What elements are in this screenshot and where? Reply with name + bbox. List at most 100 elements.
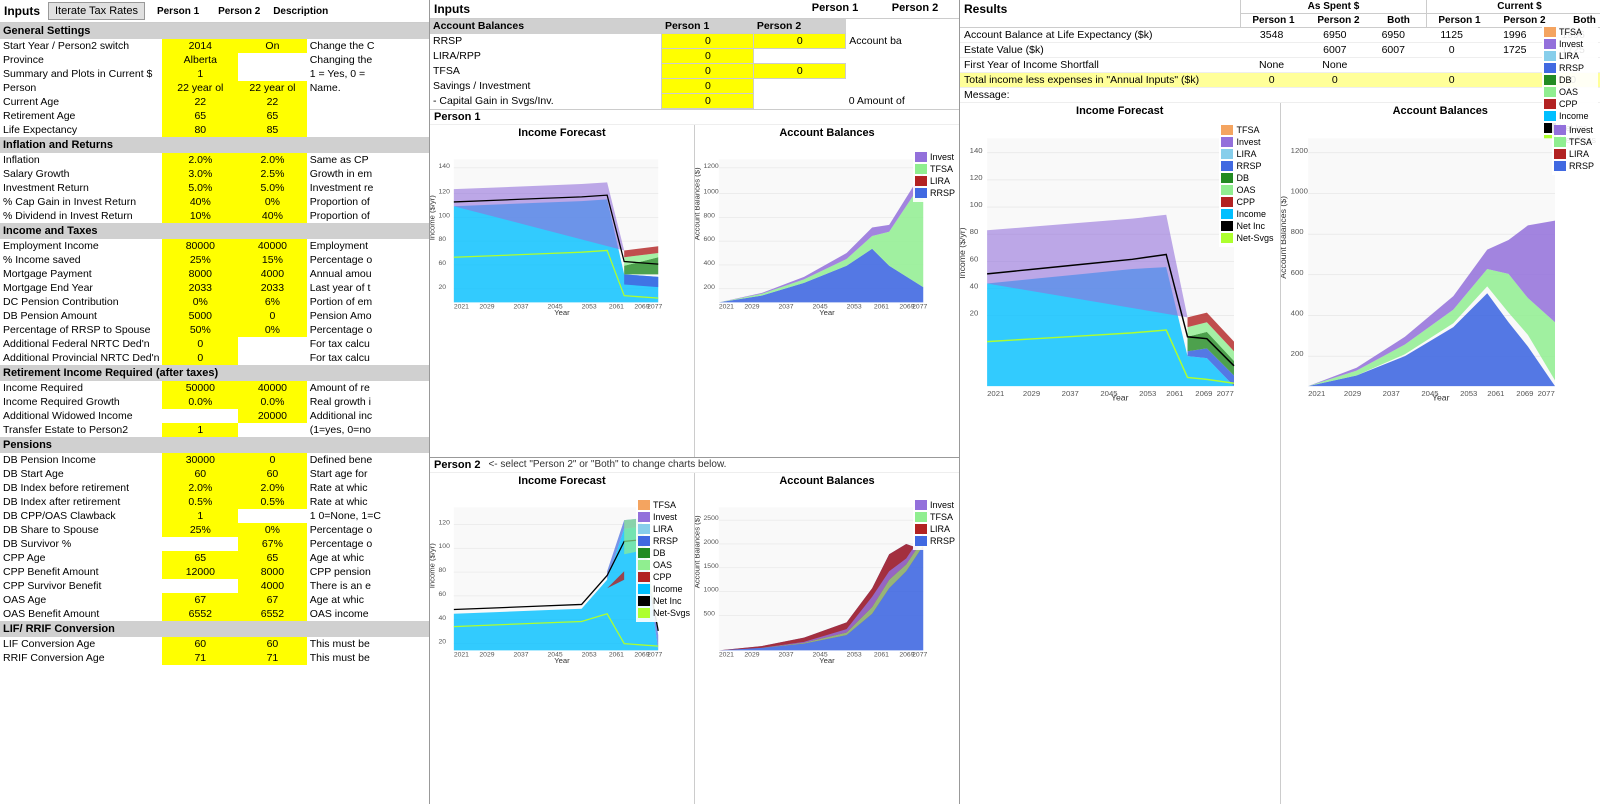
table-row: RRSP 0 0 Account ba (430, 34, 959, 49)
person1-charts: Income Forecast 140 120 100 80 60 20 Inc… (430, 125, 959, 458)
legend-invest: Invest (638, 512, 690, 522)
x-tick: 2053 (582, 303, 597, 310)
legend-db: DB (638, 548, 690, 558)
x-tick: 2077 (912, 303, 927, 310)
x-tick: 2037 (1062, 389, 1079, 398)
results-header-row: Results As Spent $ Person 1 Person 2 Bot… (960, 0, 1600, 28)
y-tick: 80 (970, 227, 979, 236)
table-row: Additional Widowed Income 20000 Addition… (0, 409, 429, 423)
results-title: Results (960, 0, 1240, 27)
rp-p1-income-container: Income Forecast 140 120 100 80 60 40 20 … (960, 103, 1280, 804)
table-row: DB Survivor % 67% Percentage o (0, 537, 429, 551)
person1-chart-label: Person 1 (430, 110, 959, 125)
legend-invest: Invest (1554, 125, 1594, 135)
as-p1-header: Person 1 (1241, 14, 1306, 27)
rp-p1-account-legend: Invest TFSA LIRA RRSP (1552, 123, 1596, 175)
x-tick: 2021 (719, 651, 734, 658)
y-tick: 20 (970, 308, 979, 317)
table-row: % Cap Gain in Invest Return 40% 0% Propo… (0, 195, 429, 209)
rp-p1-account-container: Account Balances 1200 1000 800 600 400 2… (1280, 103, 1600, 804)
p2-income-legend: TFSA Invest LIRA RRSP DB OAS CPP Income … (636, 498, 692, 622)
x-tick: 2061 (874, 651, 889, 658)
result-as-both (1366, 58, 1420, 73)
result-cur-p2 (1483, 73, 1546, 88)
x-tick: 2021 (719, 303, 734, 310)
middle-top-inputs: Inputs Person 1 Person 2 Account Balance… (430, 0, 959, 110)
table-row: CPP Benefit Amount 12000 8000 CPP pensio… (0, 565, 429, 579)
table-row: Salary Growth 3.0% 2.5% Growth in em (0, 167, 429, 181)
y-tick: 2000 (704, 538, 719, 545)
table-row: Mortgage Payment 8000 4000 Annual amou (0, 267, 429, 281)
middle-header: Inputs Person 1 Person 2 (430, 0, 959, 19)
legend-cpp: CPP (638, 572, 690, 582)
person1-col-header: Person 1 (157, 6, 199, 17)
person2-chart-label-row: Person 2 <- select "Person 2" or "Both" … (430, 458, 959, 473)
x-tick: 2061 (609, 651, 624, 658)
x-tick: 2037 (778, 651, 793, 658)
table-row: Account Balance at Life Expectancy ($k) … (960, 28, 1600, 43)
legend-netinc: Net Inc (1221, 221, 1273, 231)
x-tick: 2053 (1139, 389, 1156, 398)
left-panel: Inputs Iterate Tax Rates Person 1 Person… (0, 0, 430, 804)
y-tick: 120 (439, 188, 451, 195)
result-label: Account Balance at Life Expectancy ($k) (960, 28, 1240, 43)
table-row: CPP Age 65 65 Age at whic (0, 551, 429, 565)
result-label: Estate Value ($k) (960, 43, 1240, 58)
y-tick: 120 (970, 173, 983, 182)
table-row: LIF Conversion Age 60 60 This must be (0, 637, 429, 651)
legend-income: Income (1221, 209, 1273, 219)
legend-rrsp: RRSP (1554, 161, 1594, 171)
account-table: Account Balances Person 1 Person 2 RRSP … (430, 19, 959, 109)
x-tick: 2037 (1382, 389, 1399, 398)
x-tick: 2061 (1487, 389, 1504, 398)
legend-invest: Invest (1221, 137, 1273, 147)
table-row: OAS Age 67 67 Age at whic (0, 593, 429, 607)
result-as-both: 6950 (1366, 28, 1420, 43)
main-container: Inputs Iterate Tax Rates Person 1 Person… (0, 0, 1600, 804)
table-row: CPP Survivor Benefit 4000 There is an e (0, 579, 429, 593)
right-panel: Results As Spent $ Person 1 Person 2 Bot… (960, 0, 1600, 804)
y-tick: 200 (1290, 349, 1303, 358)
p2-income-title: Income Forecast (430, 473, 694, 489)
legend-rrsp: RRSP (638, 536, 690, 546)
as-spent-group: As Spent $ Person 1 Person 2 Both (1240, 0, 1426, 27)
x-tick: 2069 (1195, 389, 1212, 398)
middle-inputs-title: Inputs (434, 2, 470, 16)
x-tick: 2061 (874, 303, 889, 310)
table-row: Employment Income 80000 40000 Employment (0, 239, 429, 253)
table-row: Province Alberta Changing the (0, 53, 429, 67)
legend-netinc: Net Inc (638, 596, 690, 606)
table-row: Estate Value ($k) 6007 6007 0 1725 1725 (960, 43, 1600, 58)
table-row: OAS Benefit Amount 6552 6552 OAS income (0, 607, 429, 621)
iterate-tax-rates-button[interactable]: Iterate Tax Rates (48, 2, 145, 20)
table-row: Transfer Estate to Person2 1 (1=yes, 0=n… (0, 423, 429, 437)
results-table: Account Balance at Life Expectancy ($k) … (960, 28, 1600, 103)
table-row: Investment Return 5.0% 5.0% Investment r… (0, 181, 429, 195)
general-settings-header: General Settings (0, 23, 429, 39)
p1-income-title: Income Forecast (430, 125, 694, 141)
p1-account-title: Account Balances (695, 125, 959, 141)
x-tick: 2045 (548, 303, 563, 310)
legend-rrsp: RRSP (1221, 161, 1273, 171)
table-row: First Year of Income Shortfall None None (960, 58, 1600, 73)
y-axis-label: Income ($/yr) (430, 542, 436, 588)
legend-netsvgs: Net-Svgs (1221, 233, 1273, 243)
person2-label: Person 2 (434, 459, 480, 471)
x-tick: 2021 (454, 303, 469, 310)
x-tick: 2061 (609, 303, 624, 310)
x-tick: 2053 (847, 651, 862, 658)
person2-note: <- select "Person 2" or "Both" to change… (488, 459, 726, 470)
y-tick: 40 (439, 614, 447, 621)
y-tick: 40 (970, 281, 979, 290)
inflation-returns-header: Inflation and Returns (0, 137, 429, 153)
x-tick: 2021 (987, 389, 1004, 398)
x-tick: 2021 (1308, 389, 1325, 398)
x-tick: 2061 (1166, 389, 1183, 398)
x-tick: 2029 (479, 303, 494, 310)
y-tick: 400 (704, 260, 716, 267)
x-tick: 2029 (744, 651, 759, 658)
y-tick: 120 (439, 519, 451, 526)
legend-tfsa: TFSA (1221, 125, 1273, 135)
legend-invest: Invest (915, 500, 955, 510)
x-tick: 2021 (454, 651, 469, 658)
